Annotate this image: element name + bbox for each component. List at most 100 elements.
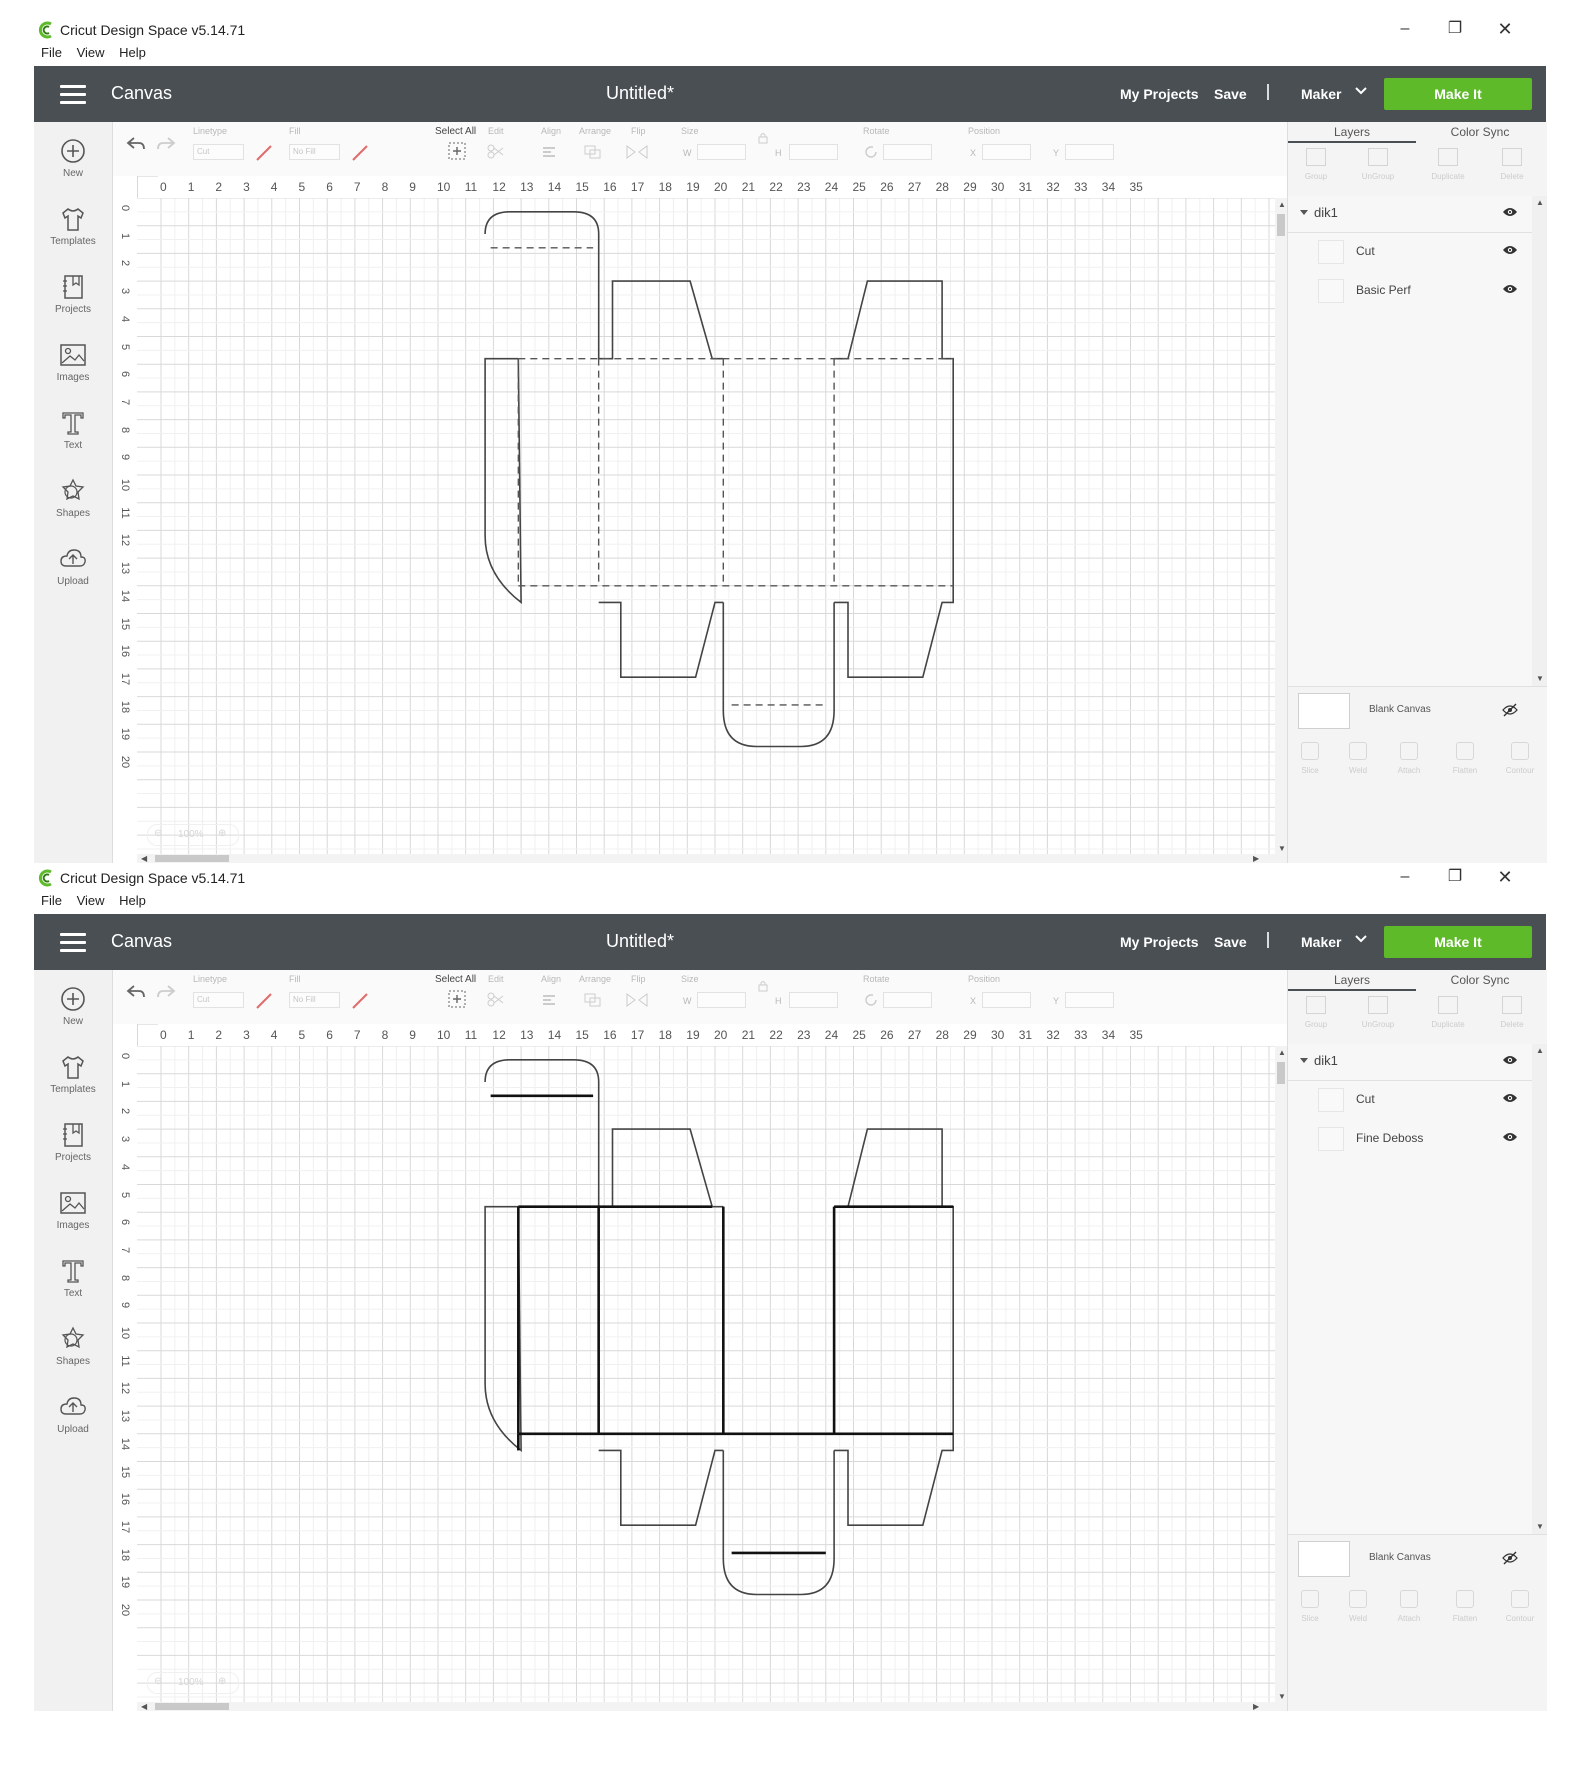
scroll-up-icon[interactable]: ▲ <box>1536 198 1544 207</box>
scroll-up-icon[interactable]: ▲ <box>1278 1048 1286 1057</box>
blank-canvas-swatch[interactable] <box>1298 693 1350 729</box>
layers-scrollbar[interactable]: ▲ ▼ <box>1532 1044 1547 1534</box>
minimize-button[interactable]: – <box>1390 18 1420 40</box>
save-button[interactable]: Save <box>1214 934 1247 950</box>
width-input[interactable] <box>697 992 746 1008</box>
nav-images[interactable]: Images <box>34 340 112 383</box>
lock-icon[interactable] <box>757 980 769 992</box>
scroll-down-icon[interactable]: ▼ <box>1536 1522 1544 1531</box>
scroll-thumb[interactable] <box>1277 214 1285 236</box>
menu-help[interactable]: Help <box>119 893 146 908</box>
layer-group-row[interactable]: dik1 <box>1288 1044 1532 1081</box>
minimize-button[interactable]: – <box>1390 866 1420 888</box>
y-input[interactable] <box>1065 144 1114 160</box>
my-projects-button[interactable]: My Projects <box>1120 86 1199 102</box>
machine-select[interactable]: Maker <box>1301 86 1341 102</box>
zoom-in-icon[interactable]: ⊕ <box>218 828 226 839</box>
linetype-select[interactable]: Cut <box>193 992 244 1008</box>
nav-text[interactable]: Text <box>34 1256 112 1299</box>
make-it-button[interactable]: Make It <box>1384 78 1532 110</box>
zoom-in-icon[interactable]: ⊕ <box>218 1676 226 1687</box>
nav-shapes[interactable]: Shapes <box>34 476 112 519</box>
hamburger-menu-icon[interactable] <box>60 85 86 104</box>
nav-text[interactable]: Text <box>34 408 112 451</box>
zoom-control[interactable]: ⊖ 100% ⊕ <box>147 824 239 846</box>
duplicate-button[interactable]: Duplicate <box>1422 996 1474 1029</box>
make-it-button[interactable]: Make It <box>1384 926 1532 958</box>
eye-icon[interactable] <box>1502 1092 1518 1104</box>
eye-icon[interactable] <box>1502 1131 1518 1143</box>
cut-layer-shape[interactable] <box>484 1059 954 1596</box>
scroll-thumb[interactable] <box>155 1703 229 1710</box>
scroll-down-icon[interactable]: ▼ <box>1278 844 1286 853</box>
menu-view[interactable]: View <box>77 893 105 908</box>
scroll-down-icon[interactable]: ▼ <box>1278 1692 1286 1701</box>
zoom-control[interactable]: ⊖ 100% ⊕ <box>147 1672 239 1694</box>
duplicate-button[interactable]: Duplicate <box>1422 148 1474 181</box>
height-input[interactable] <box>789 144 838 160</box>
layer-row[interactable]: Cut <box>1288 234 1532 270</box>
group-button[interactable]: Group <box>1290 996 1342 1029</box>
zoom-out-icon[interactable]: ⊖ <box>154 1676 162 1687</box>
nav-upload[interactable]: Upload <box>34 544 112 587</box>
nav-shapes[interactable]: Shapes <box>34 1324 112 1367</box>
rotate-input[interactable] <box>883 144 932 160</box>
tab-color-sync[interactable]: Color Sync <box>1416 125 1544 139</box>
nav-upload[interactable]: Upload <box>34 1392 112 1435</box>
scroll-left-icon[interactable]: ◀ <box>141 854 147 863</box>
redo-icon[interactable] <box>155 982 177 1004</box>
scroll-up-icon[interactable]: ▲ <box>1278 200 1286 209</box>
scroll-thumb[interactable] <box>1277 1062 1285 1084</box>
blank-canvas-swatch[interactable] <box>1298 1541 1350 1577</box>
machine-select[interactable]: Maker <box>1301 934 1341 950</box>
restore-button[interactable]: ❐ <box>1440 866 1470 888</box>
linetype-select[interactable]: Cut <box>193 144 244 160</box>
zoom-out-icon[interactable]: ⊖ <box>154 828 162 839</box>
align-icon[interactable] <box>541 992 563 1008</box>
height-input[interactable] <box>789 992 838 1008</box>
edit-icon[interactable] <box>485 142 509 160</box>
fill-color-icon[interactable] <box>351 992 369 1010</box>
fill-select[interactable]: No Fill <box>289 992 340 1008</box>
scroll-right-icon[interactable]: ▶ <box>1253 1702 1259 1711</box>
menu-view[interactable]: View <box>77 45 105 60</box>
chevron-down-icon[interactable] <box>1352 930 1370 948</box>
close-button[interactable]: ✕ <box>1490 18 1520 40</box>
contour-button[interactable]: Contour <box>1494 742 1546 775</box>
save-button[interactable]: Save <box>1214 86 1247 102</box>
horizontal-scrollbar[interactable]: ◀ ▶ <box>137 854 1287 863</box>
layer-row[interactable]: Basic Perf <box>1288 273 1532 309</box>
scroll-down-icon[interactable]: ▼ <box>1536 674 1544 683</box>
blank-canvas-row[interactable]: Blank Canvas <box>1288 1534 1547 1585</box>
fill-color-icon[interactable] <box>351 144 369 162</box>
layer-row[interactable]: Cut <box>1288 1082 1532 1118</box>
menu-file[interactable]: File <box>41 893 62 908</box>
flatten-button[interactable]: Flatten <box>1439 1590 1491 1623</box>
width-input[interactable] <box>697 144 746 160</box>
select-all-icon[interactable] <box>448 990 466 1008</box>
menu-file[interactable]: File <box>41 45 62 60</box>
scroll-thumb[interactable] <box>155 855 229 862</box>
fill-select[interactable]: No Fill <box>289 144 340 160</box>
eye-icon[interactable] <box>1502 283 1518 295</box>
weld-button[interactable]: Weld <box>1332 1590 1384 1623</box>
close-button[interactable]: ✕ <box>1490 866 1520 888</box>
hamburger-menu-icon[interactable] <box>60 933 86 952</box>
x-input[interactable] <box>982 144 1031 160</box>
nav-projects[interactable]: Projects <box>34 1120 112 1163</box>
nav-images[interactable]: Images <box>34 1188 112 1231</box>
eye-icon[interactable] <box>1502 244 1518 256</box>
edit-icon[interactable] <box>485 990 509 1008</box>
score-layer-shape[interactable] <box>490 1094 954 1555</box>
design-canvas[interactable] <box>137 1046 1275 1702</box>
delete-button[interactable]: Delete <box>1486 996 1538 1029</box>
attach-button[interactable]: Attach <box>1383 742 1435 775</box>
align-icon[interactable] <box>541 144 563 160</box>
arrange-icon[interactable] <box>583 992 605 1008</box>
lock-icon[interactable] <box>757 132 769 144</box>
caret-down-icon[interactable] <box>1300 210 1308 215</box>
design-canvas[interactable] <box>137 198 1275 854</box>
eye-icon[interactable] <box>1502 206 1518 218</box>
nav-new[interactable]: New <box>34 136 112 179</box>
blank-canvas-row[interactable]: Blank Canvas <box>1288 686 1547 737</box>
